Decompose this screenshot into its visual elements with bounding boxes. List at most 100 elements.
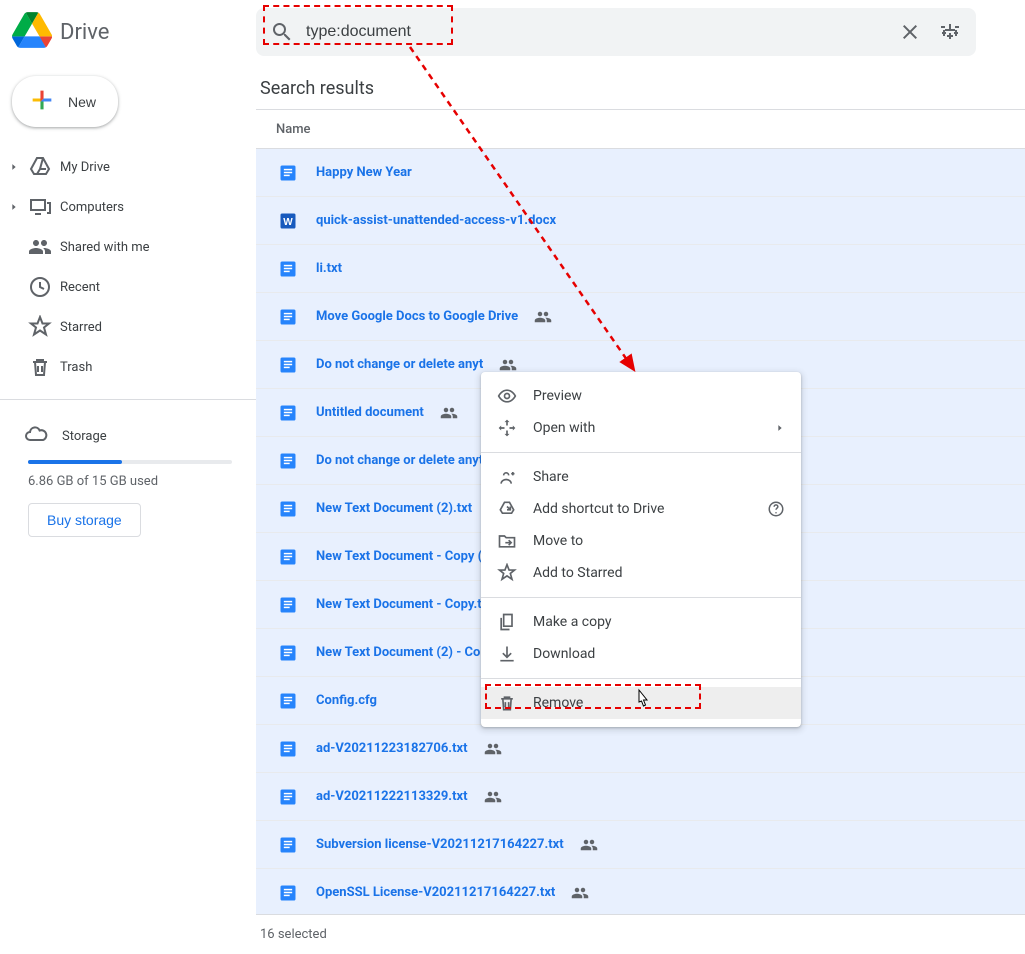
shared-icon xyxy=(571,884,589,902)
storage-bar xyxy=(28,460,232,464)
shared-icon xyxy=(440,404,458,422)
gdoc-icon xyxy=(276,161,300,185)
sidebar-item-label: Trash xyxy=(60,360,92,375)
gdoc-icon xyxy=(276,545,300,569)
menu-item-openwith[interactable]: Open with xyxy=(481,412,801,444)
gdoc-icon xyxy=(276,833,300,857)
shared-icon xyxy=(580,836,598,854)
file-row[interactable]: OpenSSL License-V20211217164227.txt xyxy=(256,869,1025,914)
file-name: ad-V20211222113329.txt xyxy=(316,789,468,804)
menu-item-label: Add shortcut to Drive xyxy=(533,501,664,517)
menu-item-moveto[interactable]: Move to xyxy=(481,525,801,557)
column-header[interactable]: Name xyxy=(256,109,1025,149)
file-name: New Text Document (2).txt xyxy=(316,501,472,516)
file-name: New Text Document - Copy.t xyxy=(316,597,482,612)
search-icon[interactable] xyxy=(262,12,302,52)
selection-count: 16 selected xyxy=(256,914,1025,954)
file-name: quick-assist-unattended-access-v1.docx xyxy=(316,213,556,228)
computers-icon xyxy=(28,195,52,219)
file-name: OpenSSL License-V20211217164227.txt xyxy=(316,885,555,900)
moveto-icon xyxy=(497,531,517,551)
file-row[interactable]: Subversion license-V20211217164227.txt xyxy=(256,821,1025,869)
chevron-right-icon[interactable] xyxy=(8,201,20,213)
gdoc-icon xyxy=(276,641,300,665)
gdoc-icon xyxy=(276,257,300,281)
gdoc-icon xyxy=(276,401,300,425)
sidebar-item-trash[interactable]: Trash xyxy=(0,347,256,387)
sidebar-item-storage[interactable]: Storage xyxy=(24,416,232,456)
menu-item-shortcut[interactable]: Add shortcut to Drive xyxy=(481,493,801,525)
drive-logo-area[interactable]: Drive xyxy=(12,10,256,54)
file-row[interactable]: ad-V20211222113329.txt xyxy=(256,773,1025,821)
file-name: ad-V20211223182706.txt xyxy=(316,741,468,756)
menu-item-download[interactable]: Download xyxy=(481,638,801,670)
file-name: Subversion license-V20211217164227.txt xyxy=(316,837,564,852)
file-row[interactable]: Wquick-assist-unattended-access-v1.docx xyxy=(256,197,1025,245)
gdoc-icon xyxy=(276,497,300,521)
sidebar: New My Drive Computers Shared with me Recen… xyxy=(0,64,256,954)
search-input[interactable] xyxy=(302,23,890,41)
page-title: Search results xyxy=(256,64,1025,109)
sidebar-item-starred[interactable]: Starred xyxy=(0,307,256,347)
menu-item-star[interactable]: Add to Starred xyxy=(481,557,801,589)
file-row[interactable]: ad-V20211223182706.txt xyxy=(256,725,1025,773)
menu-item-label: Move to xyxy=(533,533,583,549)
shared-icon xyxy=(534,308,552,326)
recent-icon xyxy=(28,275,52,299)
storage-fill xyxy=(28,460,122,464)
file-name: Happy New Year xyxy=(316,165,412,180)
clear-search-icon[interactable] xyxy=(890,12,930,52)
new-button[interactable]: New xyxy=(12,76,118,127)
plus-icon xyxy=(28,86,56,117)
storage-section: Storage 6.86 GB of 15 GB used Buy storag… xyxy=(0,408,256,545)
storage-label: Storage xyxy=(62,429,107,444)
shared-icon xyxy=(499,356,517,374)
sidebar-item-mydrive[interactable]: My Drive xyxy=(0,147,256,187)
gdoc-icon xyxy=(276,785,300,809)
file-name: Do not change or delete anyt xyxy=(316,357,483,372)
menu-item-label: Add to Starred xyxy=(533,565,622,581)
menu-item-copy[interactable]: Make a copy xyxy=(481,606,801,638)
search-options-icon[interactable] xyxy=(930,12,970,52)
gdoc-icon xyxy=(276,449,300,473)
file-name: Do not change or delete anyt xyxy=(316,453,483,468)
file-name: New Text Document (2) - Cop xyxy=(316,645,488,660)
file-name: Config.cfg xyxy=(316,693,377,708)
sidebar-item-label: Computers xyxy=(60,200,124,215)
shared-icon xyxy=(484,740,502,758)
chevron-right-icon[interactable] xyxy=(8,161,20,173)
search-bar xyxy=(256,8,976,56)
starred-icon xyxy=(28,315,52,339)
sidebar-item-shared[interactable]: Shared with me xyxy=(0,227,256,267)
file-name: Untitled document xyxy=(316,405,424,420)
sidebar-item-label: Shared with me xyxy=(60,240,150,255)
nav-list: My Drive Computers Shared with me Recent Sta… xyxy=(0,143,256,391)
file-name: New Text Document - Copy ( xyxy=(316,549,482,564)
file-name: Move Google Docs to Google Drive xyxy=(316,309,518,324)
menu-item-trash[interactable]: Remove xyxy=(481,687,801,719)
nav-divider xyxy=(0,399,256,400)
file-row[interactable]: li.txt xyxy=(256,245,1025,293)
mydrive-icon xyxy=(28,155,52,179)
trash-icon xyxy=(28,355,52,379)
menu-item-preview[interactable]: Preview xyxy=(481,380,801,412)
menu-item-share[interactable]: Share xyxy=(481,461,801,493)
column-name: Name xyxy=(276,122,311,137)
download-icon xyxy=(497,644,517,664)
share-icon xyxy=(497,467,517,487)
header: Drive xyxy=(0,0,1025,64)
gdoc-icon xyxy=(276,305,300,329)
buy-storage-button[interactable]: Buy storage xyxy=(28,503,141,537)
file-name: li.txt xyxy=(316,261,342,276)
copy-icon xyxy=(497,612,517,632)
file-row[interactable]: Move Google Docs to Google Drive xyxy=(256,293,1025,341)
gdoc-icon xyxy=(276,881,300,905)
shortcut-icon xyxy=(497,499,517,519)
drive-logo-icon xyxy=(12,10,52,54)
file-row[interactable]: Happy New Year xyxy=(256,149,1025,197)
sidebar-item-recent[interactable]: Recent xyxy=(0,267,256,307)
sidebar-item-computers[interactable]: Computers xyxy=(0,187,256,227)
openwith-icon xyxy=(497,418,517,438)
svg-text:W: W xyxy=(283,217,293,228)
sidebar-item-label: Recent xyxy=(60,280,100,295)
